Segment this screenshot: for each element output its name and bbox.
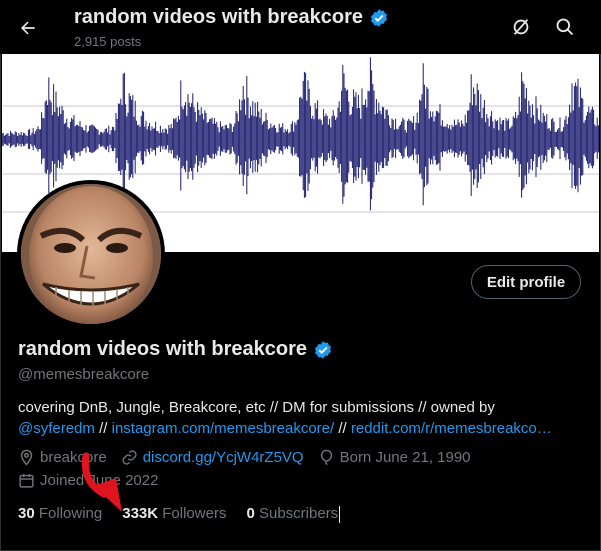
bio-separator: //: [338, 420, 347, 437]
following-count: 30: [18, 505, 35, 523]
subscribers-count: 0: [246, 505, 255, 522]
back-button[interactable]: [14, 14, 42, 42]
follow-stats: 30 Following 333K Followers 0 Subscriber…: [18, 505, 360, 523]
edit-profile-button[interactable]: Edit profile: [471, 265, 581, 299]
profile-avatar[interactable]: [17, 180, 165, 328]
bio-separator: //: [99, 420, 108, 437]
verified-badge-icon: [370, 8, 387, 27]
profile-name: random videos with breakcore: [18, 338, 333, 361]
followers-stat[interactable]: 333K Followers: [122, 505, 226, 522]
calendar-icon: [19, 474, 34, 488]
arrow-left-icon: [21, 21, 35, 35]
text-cursor: [339, 505, 341, 523]
search-button[interactable]: [552, 14, 578, 40]
grok-button[interactable]: [508, 14, 534, 40]
grok-icon: [513, 19, 529, 35]
bio-links-line: @syferedm // instagram.com/memesbreakcor…: [18, 418, 584, 439]
bio-instagram-link[interactable]: instagram.com/memesbreakcore/: [112, 420, 335, 437]
subscribers-stat[interactable]: 0 Subscribers: [246, 505, 341, 523]
verified-badge-icon[interactable]: [313, 340, 333, 360]
bio-reddit-link[interactable]: reddit.com/r/memesbreakco…: [351, 420, 552, 437]
subscribers-label: Subscribers: [258, 505, 339, 522]
search-icon: [556, 18, 574, 36]
followers-label: Followers: [162, 505, 227, 523]
location-pin-icon: [20, 449, 33, 466]
bio-mention-link[interactable]: @syferedm: [18, 420, 95, 437]
avatar-face-image: [21, 184, 161, 324]
post-count: 2,915 posts: [74, 34, 142, 49]
website-item[interactable]: discord.gg/YcjW4rZ5VQ: [121, 449, 304, 466]
balloon-icon: [320, 449, 332, 466]
red-annotation-arrow-icon: [81, 452, 122, 512]
birthday-item: Born June 21, 1990: [318, 449, 471, 466]
profile-bio: covering DnB, Jungle, Breakcore, etc // …: [18, 397, 584, 439]
profile-handle: @memesbreakcore: [18, 366, 150, 383]
bio-text: covering DnB, Jungle, Breakcore, etc // …: [18, 399, 495, 416]
website-link[interactable]: discord.gg/YcjW4rZ5VQ: [143, 449, 304, 466]
birthday-text: Born June 21, 1990: [339, 449, 471, 466]
header-title: random videos with breakcore: [74, 6, 389, 29]
profile-header: random videos with breakcore 2,915 posts: [0, 0, 601, 54]
